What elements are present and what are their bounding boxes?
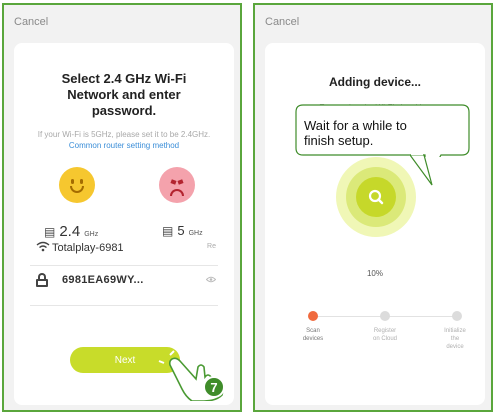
password-field[interactable]: 6981EA69WY...: [62, 274, 144, 286]
adding-device-card: Adding device... Ensure that the Wi-Fi s…: [265, 43, 485, 405]
right-screen: Cancel Adding device... Ensure that the …: [253, 3, 493, 412]
step-dot-register: [380, 311, 390, 321]
band-24-unit: GHz: [84, 231, 99, 238]
band-note: If your Wi-Fi is 5GHz, please set it to …: [24, 129, 224, 151]
face-eye: [177, 179, 184, 185]
wifi-icon: [36, 241, 52, 255]
band-5-value: 5: [177, 223, 185, 238]
face-eye: [71, 179, 74, 184]
divider: [30, 305, 218, 306]
page-title: Adding device...: [328, 75, 421, 89]
band-24-value: 2.4: [59, 223, 81, 240]
page-title: Select 2.4 GHz Wi-Fi Network and enter p…: [61, 71, 187, 118]
tap-hand-icon: [158, 345, 225, 401]
face-eye: [80, 179, 83, 184]
band-note-text: If your Wi-Fi is 5GHz, please set it to …: [37, 130, 211, 139]
lock-body: [36, 279, 48, 287]
router-icon: ▤: [44, 225, 56, 239]
router-icon: ▤: [162, 224, 174, 238]
face-mouth: [170, 189, 184, 196]
lock-icon: [36, 273, 48, 287]
callout-tail: [410, 154, 433, 186]
ssid-value: Totalplay-6981: [52, 242, 124, 254]
progress-percent: 10%: [366, 269, 383, 278]
band-5-unit: GHz: [188, 230, 203, 237]
search-icon: [368, 189, 384, 205]
step-label-scan: Scan devices: [302, 328, 324, 342]
sad-face-icon: [159, 167, 195, 203]
cancel-button[interactable]: Cancel: [265, 16, 299, 28]
face-eye: [170, 179, 177, 185]
step-label-register: Register on Cloud: [372, 328, 398, 342]
cancel-button[interactable]: Cancel: [14, 16, 48, 28]
callout-text: Wait for a while to finish setup.: [304, 118, 407, 148]
step-label-initialize: Initialize the device: [444, 328, 466, 350]
face-mouth: [70, 186, 84, 193]
step-dot-initialize: [452, 311, 462, 321]
happy-face-icon: [59, 167, 95, 203]
band-24ghz: ▤ 2.4 GHz: [44, 223, 98, 240]
eye-icon[interactable]: [205, 275, 217, 285]
step-number-badge: 7: [203, 376, 225, 398]
change-network-button[interactable]: Re: [207, 243, 216, 250]
left-screen: Cancel Select 2.4 GHz Wi-Fi Network and …: [2, 3, 242, 412]
ssid-row[interactable]: Totalplay-6981 Re: [36, 241, 216, 255]
divider: [30, 265, 218, 266]
password-row[interactable]: 6981EA69WY...: [36, 273, 217, 287]
step-dot-scan: [308, 311, 318, 321]
band-5ghz: ▤ 5 GHz: [162, 223, 203, 238]
router-setting-link[interactable]: Common router setting method: [69, 141, 179, 150]
